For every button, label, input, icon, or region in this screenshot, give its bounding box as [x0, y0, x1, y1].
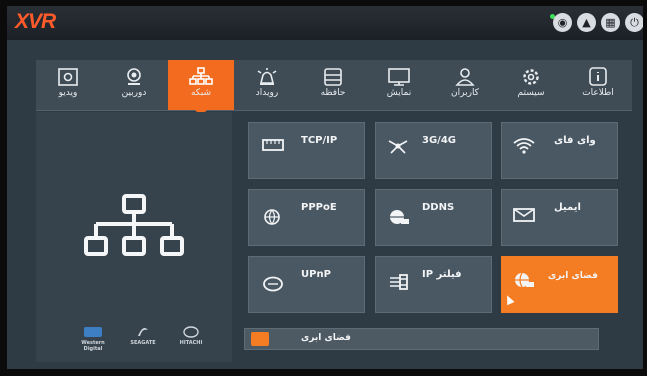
- wifi-icon: [513, 138, 535, 154]
- network-icon: [189, 67, 213, 85]
- tile-ddns[interactable]: DDNS: [375, 189, 492, 246]
- upnp-icon: [263, 276, 283, 292]
- grid-icon[interactable]: ▦: [601, 13, 620, 32]
- tile-label: UPnP: [301, 269, 331, 280]
- brand-western-digital: Western Digital: [74, 326, 112, 352]
- tab-storage[interactable]: حافظه: [300, 60, 366, 110]
- storage-icon: [324, 68, 342, 86]
- eye-icon[interactable]: ◉: [553, 13, 572, 32]
- cloud-status-icon: [251, 332, 269, 346]
- tile-label: DDNS: [422, 202, 455, 213]
- power-icon[interactable]: ⏻: [625, 13, 643, 32]
- tab-label: شبکه: [190, 88, 212, 98]
- tab-label: کاربران: [451, 88, 479, 98]
- tile-wifi[interactable]: وای فای: [501, 122, 618, 179]
- tile-pppoe[interactable]: PPPoE: [248, 189, 365, 246]
- main-menu: ویدیو دوربین شبکه رویداد حافظه نمایش کار…: [36, 60, 632, 116]
- tile-upnp[interactable]: UPnP: [248, 256, 365, 313]
- alarm-icon: [257, 68, 277, 85]
- top-bar: XVR ◉ ▲ ▦ ⏻: [7, 6, 643, 40]
- tab-label: اطلاعات: [582, 88, 614, 98]
- tab-display[interactable]: نمایش: [366, 60, 432, 110]
- cloud-icon: [515, 272, 534, 288]
- dvr-screen: XVR ◉ ▲ ▦ ⏻ ویدیو دوربین شبکه رویداد حاف…: [7, 6, 643, 369]
- tile-tcpip[interactable]: TCP/IP: [248, 122, 365, 179]
- video-icon: [58, 68, 78, 86]
- brand-hitachi: HITACHI: [172, 326, 210, 346]
- globe-icon: [264, 209, 280, 226]
- info-icon: [589, 67, 607, 86]
- tab-info[interactable]: اطلاعات: [564, 60, 632, 110]
- ddns-icon: [390, 210, 409, 224]
- tile-label: 3G/4G: [422, 135, 456, 146]
- ip-filter-icon: [390, 274, 408, 290]
- tab-camera[interactable]: دوربین: [100, 60, 168, 110]
- tile-email[interactable]: ایمیل: [501, 189, 618, 246]
- display-icon: [388, 68, 410, 86]
- bell-icon[interactable]: ▲: [577, 13, 596, 32]
- ethernet-icon: [262, 139, 284, 151]
- tile-label: فضای ابری: [548, 271, 598, 281]
- tile-label: ایمیل: [554, 202, 581, 213]
- email-icon: [513, 208, 535, 222]
- tab-network[interactable]: شبکه: [168, 60, 234, 116]
- tile-3g4g[interactable]: 3G/4G: [375, 122, 492, 179]
- mobile-network-icon: [388, 140, 408, 154]
- seagate-logo-icon: [138, 328, 148, 336]
- tab-system[interactable]: سیستم: [498, 60, 564, 110]
- tab-video[interactable]: ویدیو: [36, 60, 100, 110]
- network-large-icon: [84, 194, 184, 256]
- tab-label: رویداد: [255, 88, 279, 98]
- tab-label: ویدیو: [58, 88, 78, 98]
- tab-label: نمایش: [386, 88, 412, 98]
- user-icon: [455, 68, 475, 86]
- hdd-brands: Western Digital SEAGATE HITACHI: [66, 326, 216, 356]
- brand-seagate: SEAGATE: [124, 326, 162, 346]
- tile-cloud[interactable]: فضای ابری: [501, 256, 618, 313]
- app-logo: XVR: [15, 10, 56, 33]
- wd-logo-icon: [84, 327, 102, 337]
- tab-label: سیستم: [517, 88, 545, 98]
- section-panel: Western Digital SEAGATE HITACHI: [36, 112, 232, 362]
- tab-label: حافظه: [320, 88, 346, 98]
- hitachi-logo-icon: [183, 326, 199, 338]
- status-text: فضای ابری: [301, 333, 351, 343]
- gear-icon: [523, 69, 539, 85]
- tile-label: وای فای: [554, 135, 596, 146]
- tile-ip-filter[interactable]: فیلتر IP: [375, 256, 492, 313]
- tab-event[interactable]: رویداد: [234, 60, 300, 110]
- status-bar: فضای ابری: [244, 328, 599, 350]
- tile-label: PPPoE: [301, 202, 337, 213]
- tile-label: TCP/IP: [301, 135, 338, 146]
- camera-icon: [127, 68, 141, 85]
- tile-label: فیلتر IP: [422, 269, 462, 280]
- tab-users[interactable]: کاربران: [432, 60, 498, 110]
- tab-label: دوربین: [121, 88, 147, 98]
